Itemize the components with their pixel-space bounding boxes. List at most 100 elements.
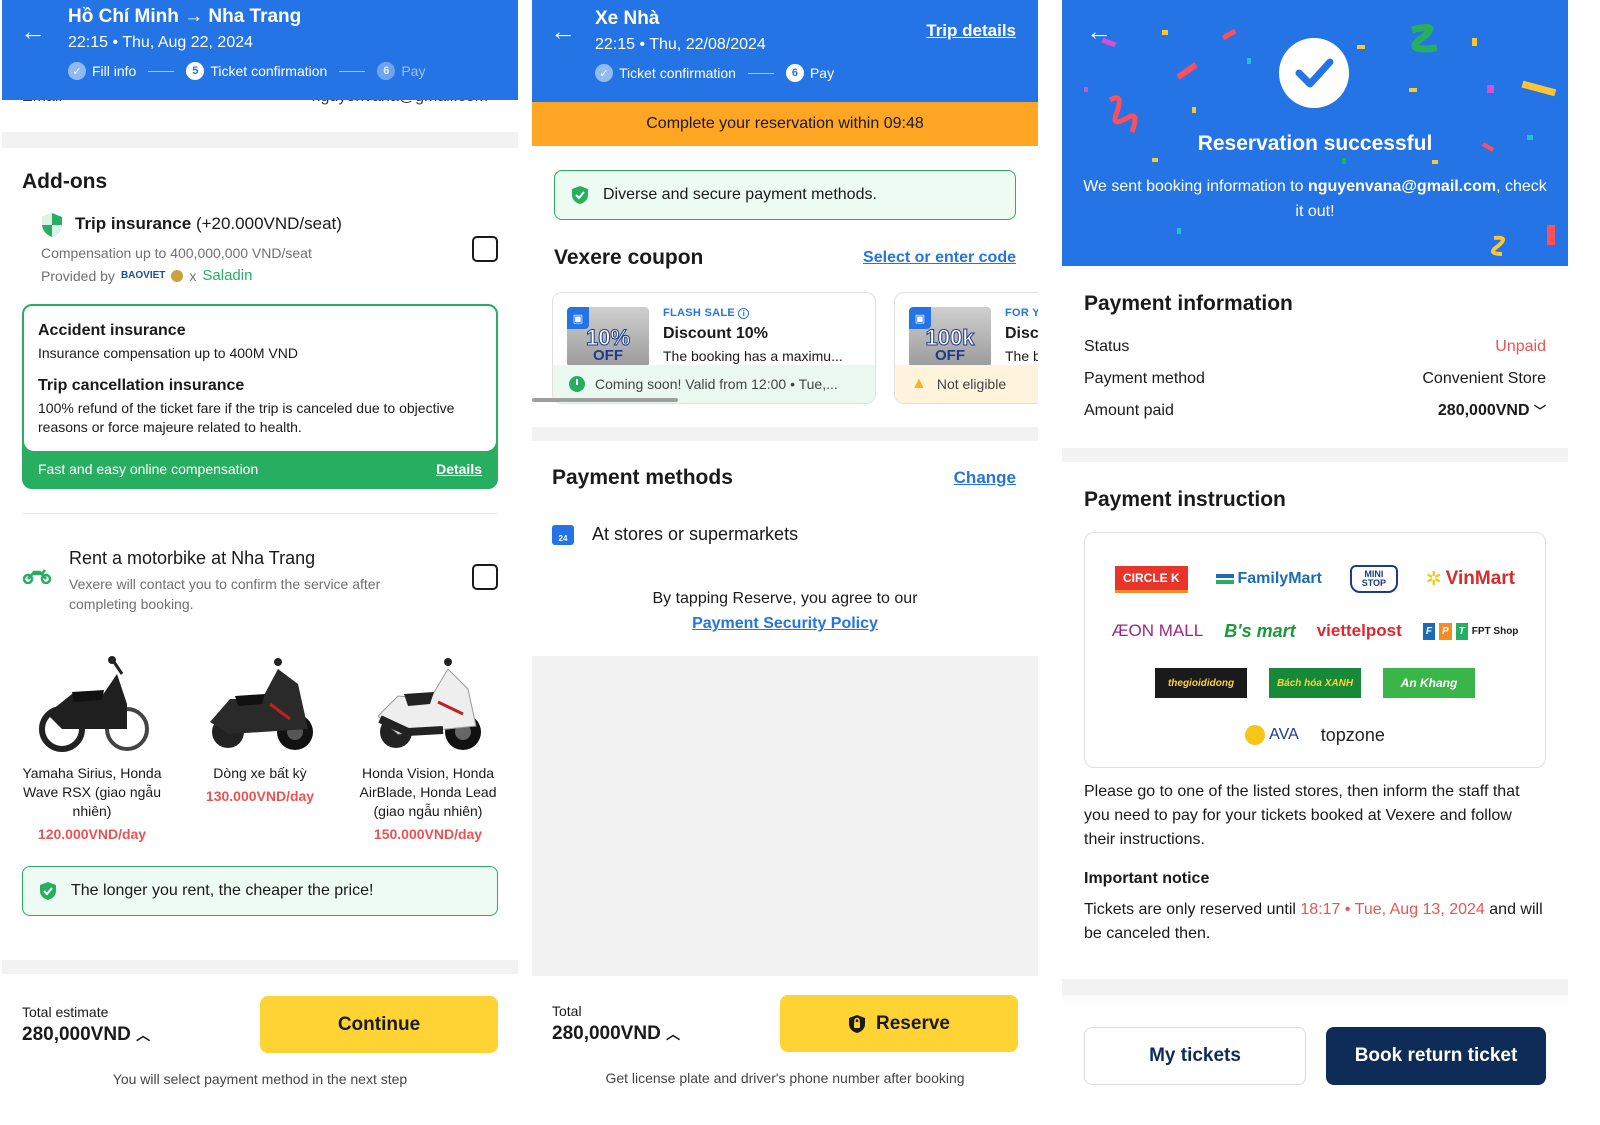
payment-info-title: Payment information (1084, 292, 1293, 315)
secure-payment-banner: Diverse and secure payment methods. (554, 170, 1016, 220)
motorbike-price: 150.000VND/day (373, 826, 483, 842)
saladin-logo: Saladin (202, 267, 253, 284)
coupon-scrollbar[interactable] (532, 398, 678, 402)
store-logo: FamilyMart (1215, 570, 1322, 588)
motorbike-name: Honda Vision, Honda AirBlade, Honda Lead… (359, 765, 497, 819)
provided-by-label: Provided by (41, 267, 115, 284)
continue-label: Continue (337, 1013, 421, 1035)
total-value: 280,000VND (22, 1023, 131, 1045)
coupon-badge-off: OFF (935, 347, 965, 364)
info-row-method: Payment method Convenient Store (1084, 370, 1546, 387)
store-logo: MINI STOP (1349, 565, 1398, 593)
total-toggle[interactable]: 280,000VND ︿ (552, 1023, 680, 1045)
insurance-price: (+20.000VND/seat) (195, 214, 342, 233)
amount-value: 280,000VND (1437, 402, 1530, 419)
success-title: Reservation successful (1197, 132, 1433, 155)
chevron-down-icon: ﹀ (1533, 404, 1546, 418)
bottom-bar: Total estimate 280,000VND ︿ Continue You… (2, 960, 518, 1125)
payment-method-label: At stores or supermarkets (592, 524, 799, 544)
insurance-details-card: Accident insurance Insurance compensatio… (22, 304, 498, 489)
shield-icon (42, 213, 62, 237)
status-value: Unpaid (1495, 338, 1546, 355)
total-toggle[interactable]: 280,000VND ︿ (22, 1024, 150, 1046)
insurance-compensation: Compensation up to 400,000,000 VND/seat (41, 245, 312, 261)
coupon-status-text: Coming soon! Valid from 12:00 • Tue,... (595, 376, 838, 392)
motorbike-option[interactable]: Yamaha Sirius, Honda Wave RSX (giao ngẫu… (12, 634, 172, 844)
motorbike-image (180, 634, 340, 754)
countdown-text: Complete your reservation within (646, 115, 880, 132)
store-logo: An Khang (1383, 668, 1475, 698)
book-return-ticket-button[interactable]: Book return ticket (1326, 1027, 1546, 1085)
check-icon: ✓ (595, 64, 613, 82)
store-logo: ✲ VinMart (1425, 568, 1516, 590)
back-arrow-icon[interactable]: ← (20, 18, 46, 44)
payment-policy-link[interactable]: Payment Security Policy (532, 611, 1038, 636)
footer-note: You will select payment method in the ne… (112, 1071, 408, 1087)
store-logo: viettelpost (1316, 621, 1402, 640)
payment-instruction-title: Payment instruction (1084, 488, 1286, 511)
motorbike-price: 120.000VND/day (37, 826, 147, 842)
reserve-button[interactable]: Reserve (780, 995, 1018, 1052)
motorbike-checkbox[interactable] (472, 564, 498, 590)
insurance-title: Trip insurance (75, 214, 192, 233)
countdown-banner: Complete your reservation within 09:48 (532, 102, 1038, 146)
change-payment-link[interactable]: Change (954, 468, 1016, 488)
continue-button[interactable]: Continue (260, 996, 498, 1053)
success-header: ← Reservation successful We sent booking… (1062, 0, 1568, 266)
success-check-icon (1279, 38, 1349, 108)
trip-datetime: 22:15 • Thu, Aug 22, 2024 (68, 34, 254, 51)
store-logo: B's mart (1224, 620, 1296, 641)
promo-text: The longer you rent, the cheaper the pri… (71, 882, 374, 899)
motorbike-option[interactable]: Dòng xe bất kỳ 130.000VND/day (180, 634, 340, 844)
back-arrow-icon[interactable]: ← (550, 18, 576, 44)
secure-payment-text: Diverse and secure payment methods. (603, 186, 877, 203)
selected-payment-method[interactable]: 24 At stores or supermarkets (552, 524, 798, 545)
payment-methods-title: Payment methods (552, 466, 733, 489)
warning-icon: ▲ (911, 375, 927, 392)
stepper: ✓ Fill info 5 Ticket confirmation 6 Pay (68, 62, 518, 80)
divider (2, 132, 518, 148)
store-logo: Bách hóa XANH (1269, 668, 1361, 698)
fill-info-screen: Email nguyenvana@gmail.com ← Hồ Chí Minh… (2, 0, 518, 1125)
baoviet-globe-icon (171, 269, 184, 282)
select-coupon-link[interactable]: Select or enter code (863, 249, 1016, 267)
coupon-status-text: Not eligible (936, 376, 1007, 392)
motorbike-image (348, 634, 508, 754)
motorbike-desc: Vexere will contact you to confirm the s… (69, 576, 381, 612)
my-tickets-button[interactable]: My tickets (1084, 1027, 1306, 1085)
back-arrow-icon[interactable]: ← (1086, 18, 1112, 44)
coupon-image: ▣ 10% OFF (567, 307, 649, 367)
motorbike-row: Rent a motorbike at Nha Trang Vexere wil… (2, 548, 518, 612)
motorbike-options: Yamaha Sirius, Honda Wave RSX (giao ngẫu… (2, 634, 518, 844)
trip-insurance-row: Trip insurance (+20.000VND/seat) Compens… (2, 212, 518, 284)
footer-note: Get license plate and driver's phone num… (605, 1070, 965, 1086)
header: ← Xe Nhà 22:15 • Thu, 22/08/2024 Trip de… (532, 0, 1038, 102)
reservation-deadline: 18:17 • Tue, Aug 13, 2024 (1300, 901, 1485, 918)
reservation-success-screen: ← Reservation successful We sent booking… (1062, 0, 1568, 1125)
motorbike-name: Yamaha Sirius, Honda Wave RSX (giao ngẫu… (22, 765, 162, 819)
trip-details-link[interactable]: Trip details (926, 21, 1016, 41)
coupon-tag: FLASH SALE i (663, 307, 750, 319)
coupon-card[interactable]: ▣ 100k OFF FOR Y Disc The b ▲ Not eligib… (894, 292, 1038, 404)
amount-toggle[interactable]: 280,000VND ﹀ (1438, 402, 1546, 420)
motorbike-price: 130.000VND/day (205, 788, 315, 804)
clock-icon (569, 376, 585, 392)
divider (1062, 448, 1568, 462)
divider (532, 427, 1038, 441)
store-logo: F P T FPT Shop (1422, 622, 1518, 640)
info-icon[interactable]: i (738, 308, 750, 319)
details-link[interactable]: Details (436, 461, 482, 477)
coupon-card[interactable]: ▣ 10% OFF FLASH SALE i Discount 10% The … (552, 292, 876, 404)
addons-title: Add-ons (22, 170, 108, 193)
insurance-checkbox[interactable] (472, 236, 498, 262)
coupon-image: ▣ 100k OFF (909, 307, 991, 367)
provider-separator: x (189, 267, 197, 284)
coupon-title: Vexere coupon (554, 246, 704, 269)
shield-lock-icon (849, 1014, 866, 1033)
motorbike-title: Rent a motorbike at Nha Trang (69, 548, 316, 568)
step-number: 5 (186, 62, 205, 80)
coupon-title: Disc (1005, 325, 1038, 342)
divider (1062, 979, 1568, 995)
motorbike-option[interactable]: Honda Vision, Honda AirBlade, Honda Lead… (348, 634, 508, 844)
chevron-up-icon: ︿ (666, 1025, 681, 1042)
